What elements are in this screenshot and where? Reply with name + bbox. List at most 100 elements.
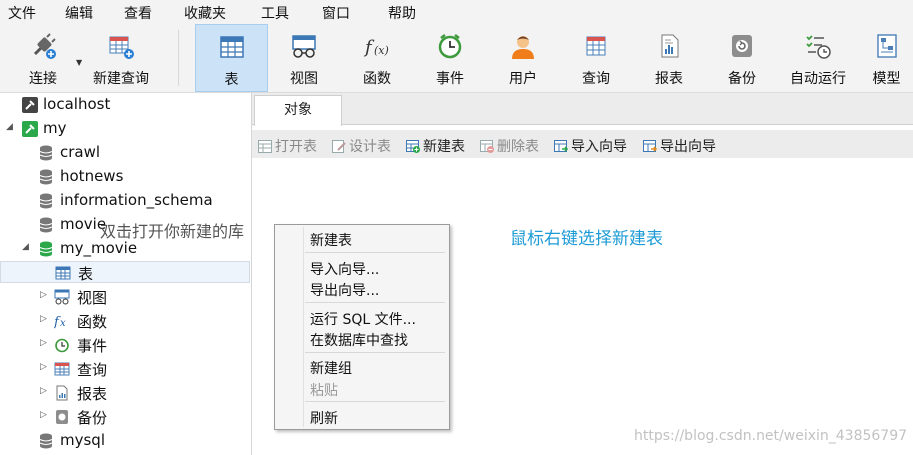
ctx-new-group[interactable]: 新建组 (310, 358, 352, 378)
tree-item-mysql[interactable]: mysql (0, 430, 250, 452)
collapsed-arrow-icon[interactable]: ▷ (40, 314, 47, 324)
ctx-paste: 粘贴 (310, 383, 338, 399)
toolbar-event-button[interactable]: 事件 (414, 24, 486, 90)
delete-table-button[interactable]: 删除表 (480, 136, 539, 156)
collapsed-arrow-icon[interactable]: ▷ (40, 362, 47, 372)
open-table-button[interactable]: 打开表 (258, 136, 317, 156)
menu-separator (305, 302, 445, 303)
toolbar-user-button[interactable]: 用户 (487, 24, 559, 90)
tree-item-label: localhost (43, 95, 111, 113)
expanded-arrow-icon[interactable]: ◢ (22, 242, 29, 252)
tab-objects[interactable]: 对象 (254, 95, 342, 126)
tree-item-backups[interactable]: ▷ 备份 (0, 406, 250, 428)
tree-item-information-schema[interactable]: information_schema (0, 190, 250, 212)
toolbar-report-label: 报表 (655, 71, 683, 87)
menu-view[interactable]: 查看 (124, 3, 152, 23)
tab-bar: 对象 (252, 93, 913, 126)
toolbar-table-button[interactable]: 表 (195, 24, 268, 92)
open-table-label: 打开表 (275, 139, 317, 155)
user-icon (512, 36, 534, 59)
svg-text:x: x (60, 318, 66, 329)
tree-item-label: mysql (60, 431, 105, 449)
menu-gutter (303, 227, 304, 427)
menu-separator (305, 252, 445, 253)
event-icon (55, 338, 69, 353)
tree-item-label: 查询 (77, 361, 108, 379)
menu-file[interactable]: 文件 (8, 3, 36, 23)
model-icon (876, 34, 897, 58)
tree-item-my[interactable]: ◢ my (0, 118, 250, 140)
tree-item-crawl[interactable]: crawl (0, 142, 250, 164)
connection-icon (22, 97, 38, 113)
toolbar-function-label: 函数 (363, 71, 391, 87)
tree-item-functions[interactable]: ▷ f x 函数 (0, 310, 250, 332)
tree-item-label: crawl (60, 143, 101, 161)
ctx-import-wizard[interactable]: 导入向导... (310, 259, 379, 279)
collapsed-arrow-icon[interactable]: ▷ (40, 290, 47, 300)
automation-icon (806, 35, 831, 59)
function-icon: f x (54, 315, 66, 329)
toolbar-event-label: 事件 (436, 71, 464, 87)
tree-item-label: hotnews (60, 167, 124, 185)
collapsed-arrow-icon[interactable]: ▷ (40, 338, 47, 348)
menu-help[interactable]: 帮助 (388, 3, 416, 23)
view-icon (54, 289, 70, 305)
ctx-export-wizard[interactable]: 导出向导... (310, 280, 379, 300)
toolbar-backup-button[interactable]: 备份 (706, 24, 778, 90)
import-wizard-button[interactable]: 导入向导 (554, 136, 627, 156)
toolbar-automation-button[interactable]: 自动运行 (780, 24, 856, 90)
tree-item-events[interactable]: ▷ 事件 (0, 334, 250, 356)
new-query-icon (109, 36, 134, 59)
connect-button[interactable]: 连接 (14, 24, 72, 90)
new-query-button[interactable]: 新建查询 (88, 24, 154, 90)
tree-item-reports[interactable]: ▷ 报表 (0, 382, 250, 404)
database-icon (39, 217, 53, 233)
collapsed-arrow-icon[interactable]: ▷ (40, 386, 47, 396)
expanded-arrow-icon[interactable]: ◢ (6, 122, 13, 132)
tree-item-views[interactable]: ▷ 视图 (0, 286, 250, 308)
main-toolbar: 连接 ▼ 新建查询 表 视图 f (x) 函数 事件 用户 查询 报表 备份 自… (0, 24, 913, 93)
tree-item-hotnews[interactable]: hotnews (0, 166, 250, 188)
annotation-double-click-hint: 双击打开你新建的库 (100, 222, 245, 241)
tree-item-tables[interactable]: 表 (0, 261, 250, 283)
toolbar-query-button[interactable]: 查询 (560, 24, 632, 90)
tree-item-localhost[interactable]: localhost (0, 94, 250, 116)
tree-item-queries[interactable]: ▷ 查询 (0, 358, 250, 380)
new-table-button[interactable]: 新建表 (406, 136, 465, 156)
toolbar-divider (178, 30, 179, 86)
design-table-button[interactable]: 设计表 (332, 136, 391, 156)
ctx-find-in-database[interactable]: 在数据库中查找 (310, 330, 408, 350)
menu-edit[interactable]: 编辑 (65, 3, 93, 23)
table-icon (219, 36, 244, 58)
toolbar-table-label: 表 (224, 72, 239, 88)
report-icon (56, 385, 68, 401)
toolbar-report-button[interactable]: 报表 (633, 24, 705, 90)
toolbar-user-label: 用户 (509, 71, 537, 87)
ctx-new-table[interactable]: 新建表 (310, 230, 352, 250)
toolbar-view-label: 视图 (290, 71, 318, 87)
toolbar-model-button[interactable]: 模型 (860, 24, 913, 90)
svg-text:(x): (x) (374, 44, 389, 57)
toolbar-view-button[interactable]: 视图 (268, 24, 340, 90)
collapsed-arrow-icon[interactable]: ▷ (40, 410, 47, 420)
toolbar-automation-label: 自动运行 (790, 71, 846, 87)
event-icon (438, 34, 462, 59)
ctx-refresh[interactable]: 刷新 (310, 408, 338, 428)
toolbar-model-label: 模型 (872, 71, 901, 87)
plug-icon (33, 33, 56, 59)
menu-window[interactable]: 窗口 (322, 3, 350, 23)
menu-favorites[interactable]: 收藏夹 (184, 3, 226, 23)
import-wizard-label: 导入向导 (571, 139, 627, 155)
export-wizard-button[interactable]: 导出向导 (643, 136, 716, 156)
query-icon (54, 362, 70, 376)
tree-item-label: 报表 (77, 385, 108, 403)
database-icon (39, 145, 53, 161)
ctx-run-sql-file[interactable]: 运行 SQL 文件... (310, 309, 416, 329)
context-menu: 新建表 导入向导... 导出向导... 运行 SQL 文件... 在数据库中查找… (274, 224, 450, 430)
chevron-down-icon[interactable]: ▼ (76, 58, 82, 67)
tree-item-label: 表 (78, 265, 94, 283)
delete-table-icon (480, 140, 494, 153)
toolbar-function-button[interactable]: f (x) 函数 (341, 24, 413, 90)
toolbar-query-label: 查询 (582, 71, 610, 87)
menu-tools[interactable]: 工具 (261, 3, 289, 23)
